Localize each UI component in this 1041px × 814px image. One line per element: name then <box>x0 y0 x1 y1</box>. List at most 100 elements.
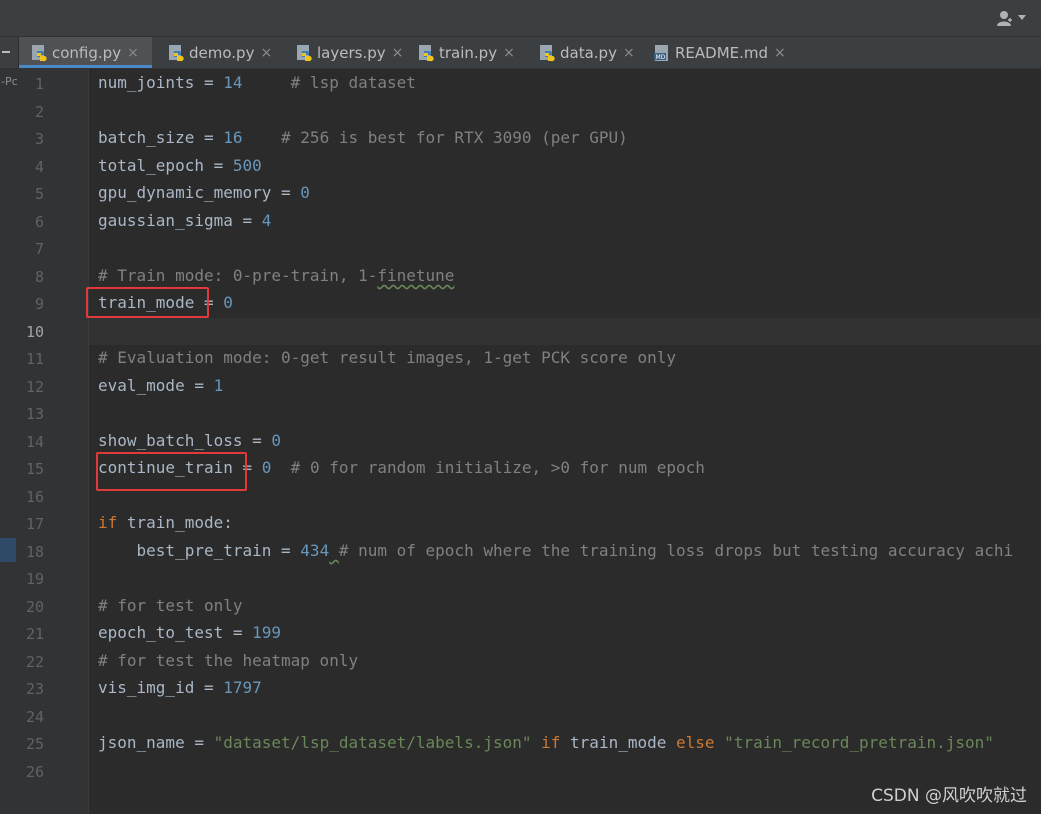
line-number: 21 <box>25 625 44 643</box>
chevron-down-icon <box>1018 15 1026 21</box>
number-literal: 1797 <box>223 678 262 697</box>
line-number: 11 <box>25 350 44 368</box>
keyword: else <box>666 733 715 752</box>
line-number: 25 <box>25 735 44 753</box>
code-line-20[interactable]: # for test only <box>98 596 243 616</box>
operator: = <box>203 156 233 175</box>
tab-readme-md[interactable]: MD README.md × <box>641 37 791 68</box>
comment: # Evaluation mode: 0-get result images, … <box>98 348 676 367</box>
spellcheck-word: finetune <box>377 266 455 285</box>
number-literal: 1 <box>213 376 224 395</box>
operator: = <box>242 431 272 450</box>
string-literal: "train_record_pretrain.json" <box>714 733 994 752</box>
line-number: 19 <box>25 570 44 588</box>
selection-marker <box>0 538 16 562</box>
line-number: 10 <box>25 323 44 341</box>
number-literal: 199 <box>252 623 282 642</box>
code-line-5[interactable]: gpu_dynamic_memory = 0 <box>98 183 310 203</box>
code-line-25[interactable]: json_name = "dataset/lsp_dataset/labels.… <box>98 733 994 753</box>
code-line-11[interactable]: # Evaluation mode: 0-get result images, … <box>98 348 676 368</box>
code-line-6[interactable]: gaussian_sigma = 4 <box>98 211 271 231</box>
tab-label: demo.py <box>189 43 255 62</box>
operator: = <box>184 733 214 752</box>
operator: = <box>194 678 224 697</box>
close-icon[interactable]: × <box>503 45 515 61</box>
code-line-3[interactable]: batch_size = 16 # 256 is best for RTX 30… <box>98 128 628 148</box>
operator: = <box>232 211 262 230</box>
code-line-8[interactable]: # Train mode: 0-pre-train, 1-finetune <box>98 266 454 286</box>
line-number: 26 <box>25 763 44 781</box>
current-line-highlight <box>89 318 1041 345</box>
number-literal: 434 <box>300 541 330 560</box>
code-line-4[interactable]: total_epoch = 500 <box>98 156 262 176</box>
identifier: num_joints <box>98 73 195 92</box>
line-number: 1 <box>34 75 44 93</box>
identifier: epoch_to_test <box>98 623 224 642</box>
code-line-17[interactable]: if train_mode: <box>98 513 233 533</box>
keyword: if <box>98 513 118 532</box>
user-icon <box>997 10 1015 26</box>
line-number: 3 <box>34 130 44 148</box>
operator: = <box>223 623 253 642</box>
line-number: 8 <box>34 268 44 286</box>
identifier: gaussian_sigma <box>98 211 233 230</box>
number-literal: 4 <box>261 211 272 230</box>
number-literal: 0 <box>223 293 233 312</box>
identifier: total_epoch <box>98 156 204 175</box>
line-number: 5 <box>34 185 44 203</box>
line-number: 18 <box>25 543 44 561</box>
tab-demo-py[interactable]: demo.py × <box>155 37 280 68</box>
annotation-box-continue-train <box>96 452 247 491</box>
comment: # lsp dataset <box>242 73 416 92</box>
close-icon[interactable]: × <box>260 45 272 61</box>
comment: # for test the heatmap only <box>98 651 359 670</box>
code-line-18[interactable]: best_pre_train = 434 # num of epoch wher… <box>98 541 1014 561</box>
comment: # Train mode: 0-pre-train, 1- <box>98 266 378 285</box>
markdown-file-icon: MD <box>653 44 671 62</box>
python-file-icon <box>538 44 556 62</box>
tab-label: data.py <box>560 43 617 62</box>
editor-tab-bar: config.py × demo.py × layers.py × train.py × dat… <box>0 37 1041 69</box>
identifier: train_mode <box>560 733 667 752</box>
code-line-14[interactable]: show_batch_loss = 0 <box>98 431 281 451</box>
tab-label: README.md <box>675 43 769 62</box>
line-number: 22 <box>25 653 44 671</box>
annotation-box-train-mode <box>86 287 209 318</box>
tab-label: layers.py <box>317 43 386 62</box>
code-line-21[interactable]: epoch_to_test = 199 <box>98 623 281 643</box>
code-line-1[interactable]: num_joints = 14 # lsp dataset <box>98 73 416 93</box>
python-file-icon <box>417 44 435 62</box>
line-number: 9 <box>34 295 44 313</box>
watermark: CSDN @风吹吹就过 <box>871 786 1027 806</box>
operator: = <box>184 376 214 395</box>
user-menu-button[interactable] <box>997 8 1029 28</box>
tab-layers-py[interactable]: layers.py × <box>283 37 404 68</box>
close-icon[interactable]: × <box>774 45 786 61</box>
identifier: show_batch_loss <box>98 431 243 450</box>
tab-train-py[interactable]: train.py × <box>405 37 523 68</box>
close-icon[interactable]: × <box>392 45 404 61</box>
code-line-23[interactable]: vis_img_id = 1797 <box>98 678 262 698</box>
line-number: 23 <box>25 680 44 698</box>
line-number: 14 <box>25 433 44 451</box>
identifier: gpu_dynamic_memory <box>98 183 272 202</box>
operator: = <box>271 183 301 202</box>
identifier: batch_size <box>98 128 195 147</box>
python-file-icon <box>30 44 48 62</box>
close-icon[interactable]: × <box>127 45 139 61</box>
number-literal: 16 <box>223 128 243 147</box>
comment: # num of epoch where the training loss d… <box>338 541 1014 560</box>
tab-data-py[interactable]: data.py × <box>526 37 638 68</box>
project-panel-edge: -Pc <box>0 69 18 814</box>
code-line-22[interactable]: # for test the heatmap only <box>98 651 358 671</box>
operator: = <box>194 73 224 92</box>
code-line-12[interactable]: eval_mode = 1 <box>98 376 223 396</box>
comment: # 0 for random initialize, >0 for num ep… <box>271 458 705 477</box>
line-number: 12 <box>25 378 44 396</box>
tab-config-py[interactable]: config.py × <box>18 37 152 68</box>
project-panel-collapse[interactable] <box>0 37 19 68</box>
identifier: vis_img_id <box>98 678 195 697</box>
close-icon[interactable]: × <box>623 45 635 61</box>
top-toolbar <box>0 0 1041 37</box>
string-literal: "dataset/lsp_dataset/labels.json" <box>213 733 532 752</box>
